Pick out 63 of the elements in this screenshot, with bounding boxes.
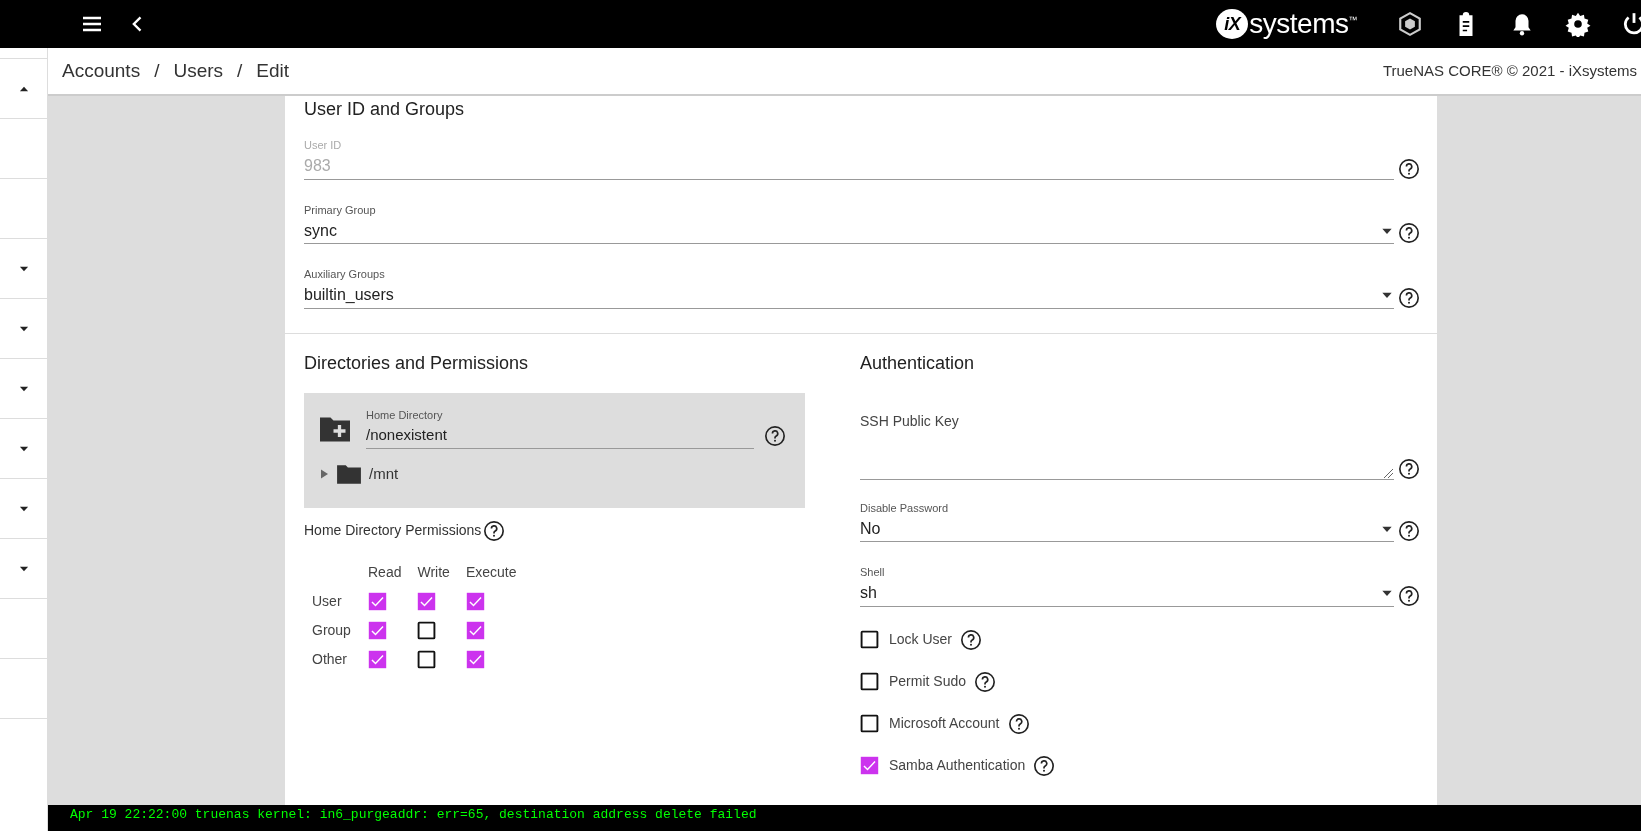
field-label: Disable Password [860,500,950,516]
checkbox-label: Permit Sudo [889,672,967,692]
help-icon[interactable] [1398,584,1420,607]
checkbox-label: Microsoft Account [889,714,1000,734]
help-icon[interactable] [1398,222,1420,245]
field-label: Auxiliary Groups [304,267,386,283]
help-icon[interactable] [1398,457,1420,480]
help-icon[interactable] [483,519,506,542]
checkbox[interactable] [368,591,387,611]
input-field[interactable]: /nonexistent [366,423,754,450]
checkbox[interactable] [368,620,387,640]
column-header: Execute [465,563,517,580]
field-label: SSH Public Key [860,411,960,431]
breadcrumb-link[interactable]: Edit [256,57,290,86]
row-label: Other [312,650,347,667]
settings-gear-icon[interactable] [1565,11,1591,38]
checkbox[interactable] [860,630,879,650]
section-title: Directories and Permissions [304,351,530,375]
help-icon[interactable] [1033,754,1056,777]
help-icon[interactable] [974,670,997,693]
checkbox[interactable] [417,649,437,669]
row-label: User [312,592,342,609]
resize-handle-icon [1382,466,1394,479]
permissions-label: Home Directory Permissions [304,521,482,541]
select-field[interactable]: No [860,516,1394,543]
help-icon[interactable] [1007,712,1030,735]
field-label: User ID [304,138,343,154]
console-line: Apr 19 22:22:00 truenas kernel: in6_purgeaddr: err=65, destination address delete failed [70,808,758,821]
copyright-text: TrueNAS CORE® © 2021 - iXsystems [1382,61,1637,82]
checkbox[interactable] [860,756,879,776]
section-title: Authentication [860,351,976,375]
breadcrumb-link[interactable]: Accounts [62,57,141,86]
checkbox[interactable] [465,591,485,611]
checkbox[interactable] [465,620,485,640]
checkbox-label: Lock User [889,630,953,650]
column-header: Read [368,563,402,580]
help-icon[interactable] [960,628,983,651]
field-label: Home Directory [366,407,444,423]
breadcrumb-separator: / [237,59,243,84]
select-field[interactable]: builtin_users [304,282,1394,309]
help-icon[interactable] [1398,157,1420,180]
column-header: Write [417,563,450,580]
section-title: User ID and Groups [304,98,466,122]
help-icon[interactable] [1398,520,1420,543]
checkbox-label: Samba Authentication [889,756,1026,776]
help-icon[interactable] [1398,286,1420,309]
cube-icon[interactable] [1397,11,1423,38]
breadcrumb-link[interactable]: Users [173,57,224,86]
tree-node-label[interactable]: /mnt [369,463,399,486]
select-field[interactable]: sh [860,580,1394,607]
brand-logo: iX systems$^{™}$ [1216,9,1357,40]
help-icon[interactable] [764,425,786,448]
field-label: Primary Group [304,202,377,218]
select-field[interactable]: sync [304,218,1394,245]
row-label: Group [312,621,351,638]
field-label: Shell [860,565,886,581]
checkbox[interactable] [465,649,485,669]
checkbox[interactable] [860,714,879,734]
checkbox[interactable] [417,620,437,640]
breadcrumb-separator: / [154,59,160,84]
checkbox[interactable] [417,591,437,611]
checkbox[interactable] [368,649,387,669]
checkbox[interactable] [860,672,879,692]
